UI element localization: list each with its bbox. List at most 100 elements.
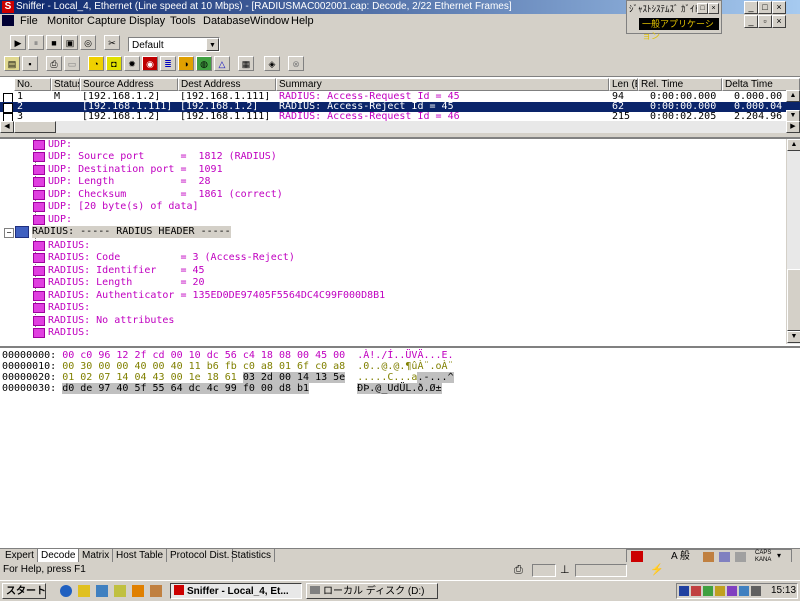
task-sniffer[interactable]: Sniffer - Local_4, Et... [170,583,302,599]
tray-icon[interactable] [739,586,749,596]
ime-dictionary-icon[interactable] [719,552,730,562]
global-statistics-icon[interactable]: ◍ [196,56,212,71]
menu-capture[interactable]: Capture [87,14,126,28]
column-header-no[interactable]: No. [14,78,51,91]
ime-tool-icon[interactable] [703,552,714,562]
radius-line[interactable]: RADIUS: [48,240,90,252]
tab-protocol-dist[interactable]: Protocol Dist. [167,549,234,562]
packet-list-hscrollbar[interactable]: ◀ ▶ [0,121,800,133]
tab-expert[interactable]: Expert [2,549,38,562]
tab-statistics[interactable]: Statistics [228,549,276,562]
dashboard-icon[interactable]: ◔ [88,56,104,71]
mdi-minimize-button[interactable]: _ [744,15,758,28]
tray-icon[interactable] [703,586,713,596]
tray-icon[interactable] [715,586,725,596]
scroll-left-arrow[interactable]: ◀ [0,121,14,133]
udp-line[interactable]: UDP: Length = 28 [48,176,211,188]
packet-generator-icon[interactable]: ◈ [264,56,280,71]
radius-line[interactable]: RADIUS: Identifier = 45 [48,265,205,277]
radius-line[interactable]: RADIUS: [48,327,90,339]
menu-display[interactable]: Display [129,14,165,28]
close-button[interactable]: × [772,1,786,14]
application-response-icon[interactable]: ◉ [142,56,158,71]
packet-row[interactable]: 3 [192.168.1.2] [192.168.1.111] RADIUS: … [0,112,800,121]
radius-line[interactable]: RADIUS: Authenticator = 135ED0DE97405F55… [48,290,385,302]
collapse-toggle[interactable]: − [4,228,14,238]
start-button[interactable]: スタート [2,583,46,599]
quick-launch-icon[interactable] [114,585,126,597]
outlook-icon[interactable] [78,585,90,597]
row-checkbox[interactable] [3,113,13,121]
menu-tools[interactable]: Tools [170,14,196,28]
print-icon[interactable]: ⎙ [46,56,62,71]
scroll-up-arrow[interactable]: ▲ [787,139,800,151]
sniffer-app-icon[interactable]: S [2,1,14,13]
udp-line[interactable]: UDP: Source port = 1812 (RADIUS) [48,151,277,163]
hscroll-thumb[interactable] [14,121,56,133]
pause-capture-icon[interactable]: ⏸ [28,35,44,50]
chevron-down-icon[interactable]: ▼ [206,38,219,51]
scroll-down-arrow[interactable]: ▼ [787,331,800,343]
save-file-icon[interactable]: ▪ [22,56,38,71]
menu-database[interactable]: Database [203,14,250,28]
column-header-len[interactable]: Len (B [609,78,638,91]
column-header-rel-time[interactable]: Rel. Time [638,78,722,91]
disabled-tool-icon[interactable]: ⊗ [288,56,304,71]
tab-matrix[interactable]: Matrix [79,549,114,562]
vscroll-thumb[interactable] [787,269,800,331]
udp-line[interactable]: UDP: Destination port = 1091 [48,164,223,176]
capture-profile-select[interactable]: Default ▼ [128,37,220,52]
radius-line[interactable]: RADIUS: Length = 20 [48,277,205,289]
hex-row[interactable]: 00000010: 00 30 00 00 40 00 40 11 b6 fb … [2,361,454,372]
hex-row[interactable]: 00000000: 00 c0 96 12 2f cd 00 10 dc 56 … [2,350,454,361]
tab-host-table[interactable]: Host Table [113,549,168,562]
decode-vscrollbar[interactable]: ▲ ▼ [786,139,800,344]
radius-line[interactable]: RADIUS: Code = 3 (Access-Reject) [48,252,295,264]
column-header-source[interactable]: Source Address [80,78,178,91]
mdi-close-button[interactable]: × [772,15,786,28]
stop-display-icon[interactable]: ▣ [62,35,78,50]
maximize-button[interactable]: □ [758,1,772,14]
quick-launch-icon[interactable] [96,585,108,597]
radius-line[interactable]: RADIUS: [48,302,90,314]
udp-line[interactable]: UDP: [48,139,72,151]
tray-icon[interactable] [691,586,701,596]
scroll-right-arrow[interactable]: ▶ [786,121,800,133]
task-local-disk[interactable]: ローカル ディスク (D:) [306,583,438,599]
stop-capture-icon[interactable]: ■ [46,35,62,50]
hex-row[interactable]: 00000020: 01 02 07 14 04 43 00 1e 18 61 … [2,372,454,383]
ime-help-icon[interactable] [735,552,746,562]
alarm-log-icon[interactable]: △ [214,56,230,71]
tray-icon[interactable] [679,586,689,596]
ime-logo-icon[interactable] [631,551,643,562]
start-capture-icon[interactable]: ▶ [10,35,26,50]
ime-minimize-button[interactable]: □ [697,3,708,14]
open-file-icon[interactable]: ▤ [4,56,20,71]
packet-row[interactable]: 1 M [192.168.1.2] [192.168.1.111] RADIUS… [0,92,800,103]
radius-header-node[interactable]: RADIUS: ----- RADIUS HEADER ----- [32,226,231,238]
print-preview-icon[interactable]: ▭ [64,56,80,71]
udp-line[interactable]: UDP: [20 byte(s) of data] [48,201,199,213]
ime-close-button[interactable]: × [708,3,719,14]
protocol-distribution-icon[interactable]: ◑ [178,56,194,71]
tab-decode[interactable]: Decode [38,549,80,562]
menu-monitor[interactable]: Monitor [47,14,84,28]
menu-help[interactable]: Help [291,14,314,28]
minimize-button[interactable]: _ [744,1,758,14]
chevron-down-icon[interactable]: ▾ [777,551,781,560]
column-header-status[interactable]: Status [51,78,80,91]
hex-row[interactable]: 00000030: d0 de 97 40 5f 55 64 dc 4c 99 … [2,383,442,394]
menu-window[interactable]: Window [250,14,289,28]
menu-file[interactable]: File [20,14,38,28]
address-book-icon[interactable]: ▦ [238,56,254,71]
history-samples-icon[interactable]: ≣ [160,56,176,71]
column-header-dest[interactable]: Dest Address [178,78,276,91]
column-header-summary[interactable]: Summary [276,78,609,91]
media-player-icon[interactable] [132,585,144,597]
packet-list-scroll-up[interactable]: ▲ [786,90,800,102]
matrix-icon[interactable]: ✹ [124,56,140,71]
define-filter-icon[interactable]: ✂ [104,35,120,50]
volume-icon[interactable] [751,586,761,596]
clock[interactable]: 15:13 [771,584,796,598]
udp-line[interactable]: UDP: [48,214,72,226]
